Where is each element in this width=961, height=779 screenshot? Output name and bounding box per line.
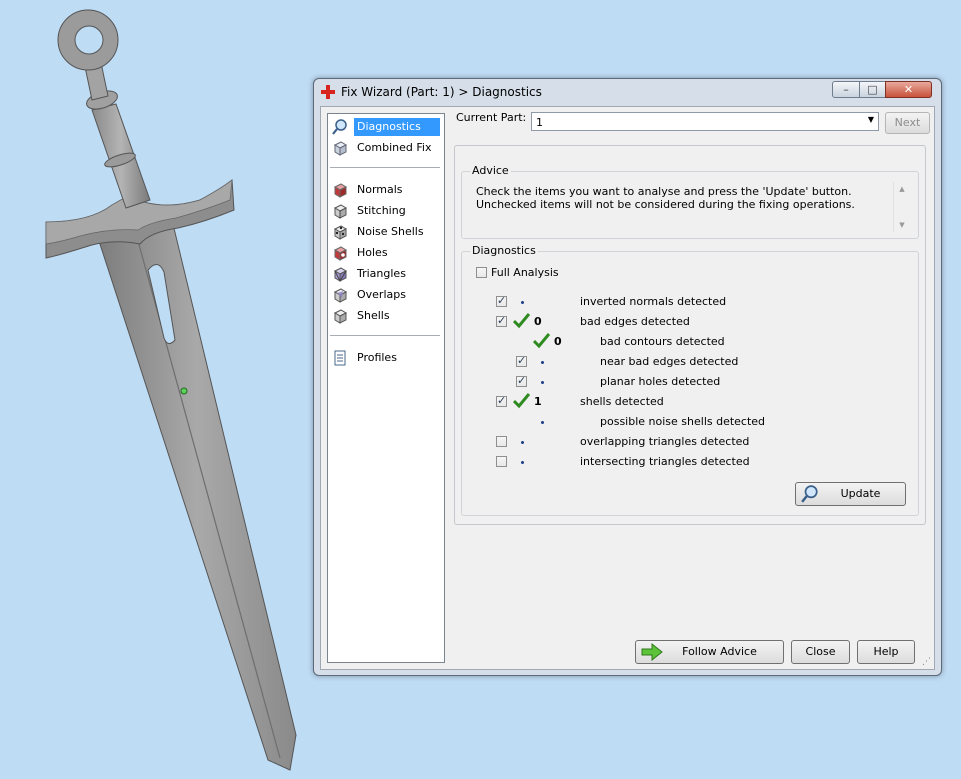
arrow-right-icon	[641, 643, 663, 661]
status-dot	[541, 361, 544, 364]
planar-holes-label: planar holes detected	[600, 375, 721, 388]
status-dot	[521, 461, 524, 464]
current-part-select[interactable]: 1 ▼	[531, 112, 879, 131]
shells-label: shells detected	[580, 395, 664, 408]
sidebar-item-label: Holes	[357, 246, 388, 259]
diagnostics-title: Diagnostics	[470, 244, 538, 257]
bad-edges-count: 0	[534, 315, 542, 328]
ok-check-icon	[513, 393, 530, 409]
fix-wizard-window: Fix Wizard (Part: 1) > Diagnostics – □ ✕…	[313, 78, 942, 676]
close-button[interactable]: Close	[791, 640, 850, 664]
sidebar-item-label: Profiles	[357, 351, 397, 364]
sidebar-item-label: Overlaps	[357, 288, 406, 301]
full-analysis-checkbox[interactable]	[476, 267, 487, 278]
normals-cube-icon	[333, 183, 348, 198]
status-dot	[541, 421, 544, 424]
noise-shells-icon	[333, 225, 348, 240]
update-button[interactable]: Update	[795, 482, 906, 506]
shells-count: 1	[534, 395, 542, 408]
bad-edges-checkbox[interactable]	[496, 314, 507, 327]
magnifier-icon	[801, 485, 818, 503]
overlapping-triangles-checkbox[interactable]	[496, 436, 507, 447]
scroll-up-icon[interactable]: ▲	[894, 185, 910, 193]
sidebar-item-label: Stitching	[357, 204, 406, 217]
inverted-normals-label: inverted normals detected	[580, 295, 727, 308]
advice-group: Advice Check the items you want to analy…	[461, 164, 919, 239]
overlapping-triangles-label: overlapping triangles detected	[580, 435, 750, 448]
ok-check-icon	[513, 313, 530, 329]
help-button[interactable]: Help	[857, 640, 915, 664]
near-bad-edges-checkbox[interactable]	[516, 354, 527, 367]
advice-text: Check the items you want to analyse and …	[476, 185, 855, 211]
next-button[interactable]: Next	[885, 112, 930, 134]
wizard-client-area: Diagnostics Combined Fix Normals Stitchi…	[320, 106, 935, 670]
overlaps-cube-icon	[333, 288, 348, 303]
maximize-icon: □	[867, 83, 878, 96]
follow-advice-label: Follow Advice	[682, 645, 757, 658]
minimize-icon: –	[843, 83, 849, 96]
inverted-normals-checkbox[interactable]	[496, 294, 507, 307]
advice-title: Advice	[470, 164, 511, 177]
shells-checkbox[interactable]	[496, 394, 507, 407]
noise-shells-label: possible noise shells detected	[600, 415, 766, 428]
close-icon: ✕	[903, 83, 914, 96]
current-part-value: 1	[536, 116, 543, 129]
minimize-button[interactable]: –	[832, 81, 860, 98]
sidebar-divider	[330, 335, 440, 336]
holes-cube-icon	[333, 246, 348, 261]
triangles-cube-icon	[333, 267, 348, 282]
chevron-down-icon: ▼	[867, 115, 874, 124]
resize-grip-icon[interactable]: ⋰	[922, 657, 931, 667]
sidebar-divider	[330, 167, 440, 168]
follow-advice-button[interactable]: Follow Advice	[635, 640, 784, 664]
red-cross-icon	[321, 85, 335, 99]
planar-holes-checkbox[interactable]	[516, 374, 527, 387]
bad-edges-label: bad edges detected	[580, 315, 690, 328]
close-window-button[interactable]: ✕	[885, 81, 932, 98]
sidebar-item-label: Noise Shells	[357, 225, 424, 238]
advice-scrollbar[interactable]: ▲ ▼	[893, 182, 910, 232]
intersecting-triangles-checkbox[interactable]	[496, 456, 507, 467]
current-part-label: Current Part:	[456, 111, 527, 124]
sidebar-item-label: Normals	[357, 183, 403, 196]
update-label: Update	[840, 487, 881, 500]
wizard-sidebar: Diagnostics Combined Fix Normals Stitchi…	[327, 113, 445, 663]
document-icon	[334, 350, 346, 366]
status-dot	[521, 301, 524, 304]
ok-check-icon	[533, 333, 550, 349]
status-dot	[541, 381, 544, 384]
magnifier-icon	[332, 119, 347, 135]
sidebar-item-label: Combined Fix	[357, 141, 432, 154]
bad-contours-count: 0	[554, 335, 562, 348]
full-analysis-label: Full Analysis	[491, 266, 559, 279]
intersecting-triangles-label: intersecting triangles detected	[580, 455, 750, 468]
window-title: Fix Wizard (Part: 1) > Diagnostics	[341, 85, 542, 99]
shells-cube-icon	[333, 309, 348, 324]
stitching-cube-icon	[333, 204, 348, 219]
scroll-down-icon[interactable]: ▼	[894, 221, 910, 229]
title-bar[interactable]: Fix Wizard (Part: 1) > Diagnostics – □ ✕	[314, 79, 941, 105]
maximize-button[interactable]: □	[859, 81, 886, 98]
status-dot	[521, 441, 524, 444]
near-bad-edges-label: near bad edges detected	[600, 355, 739, 368]
sidebar-item-label: Diagnostics	[354, 118, 440, 136]
diagnostics-group: Diagnostics Full Analysis inverted norma…	[461, 244, 919, 516]
cube-icon	[333, 141, 348, 156]
sidebar-item-label: Triangles	[357, 267, 406, 280]
diagnostics-panel: Advice Check the items you want to analy…	[454, 145, 926, 525]
sidebar-item-label: Shells	[357, 309, 390, 322]
bad-contours-label: bad contours detected	[600, 335, 725, 348]
